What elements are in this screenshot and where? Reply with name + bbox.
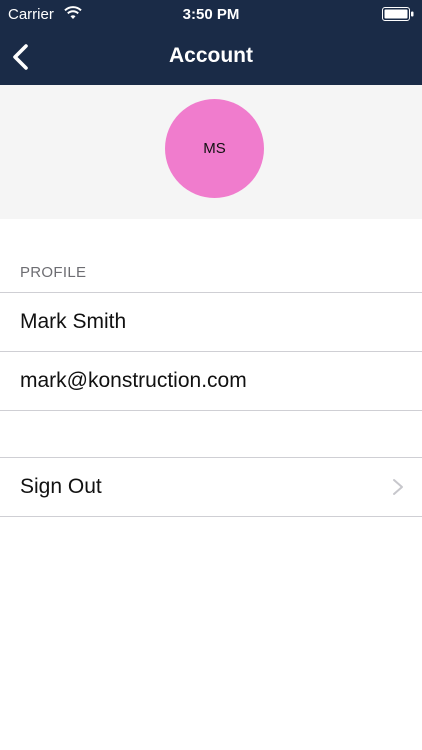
profile-section-header: PROFILE: [20, 264, 87, 281]
top-bar: Carrier 3:50 PM Account: [0, 0, 422, 85]
profile-email-row: mark@konstruction.com: [0, 352, 422, 410]
chevron-right-icon: [393, 479, 403, 495]
profile-name-row: Mark Smith: [0, 293, 422, 351]
navigation-bar: Account: [0, 30, 422, 85]
sign-out-row[interactable]: Sign Out: [0, 458, 422, 516]
battery-icon: [382, 7, 414, 21]
page-title: Account: [169, 44, 253, 67]
sign-out-label: Sign Out: [20, 475, 102, 498]
avatar-section: MS: [0, 85, 422, 219]
status-bar: Carrier 3:50 PM: [0, 0, 422, 30]
status-time: 3:50 PM: [182, 6, 240, 23]
profile-email: mark@konstruction.com: [20, 369, 247, 392]
divider: [0, 516, 422, 517]
profile-name: Mark Smith: [20, 310, 127, 333]
avatar-initials: MS: [203, 140, 226, 157]
divider: [0, 410, 422, 411]
avatar: MS: [165, 99, 264, 198]
